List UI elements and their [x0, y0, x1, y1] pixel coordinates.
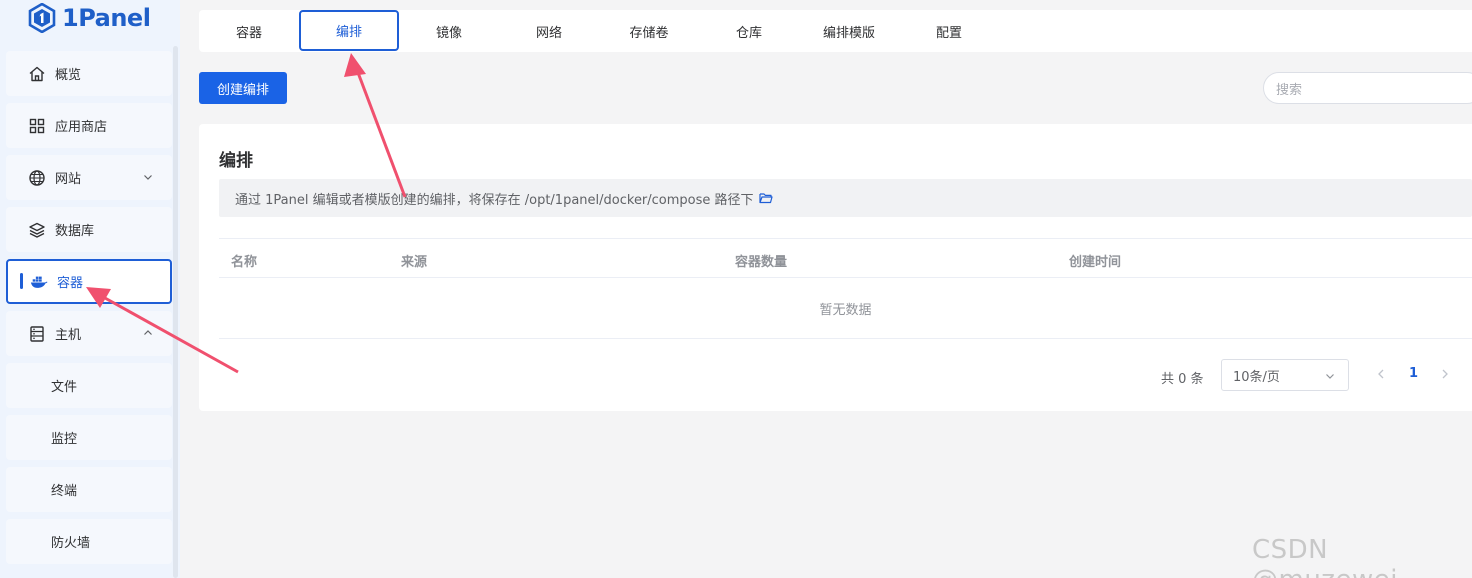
sidebar-subitem-terminal[interactable]: 终端: [6, 467, 172, 512]
sidebar-subitem-label: 终端: [51, 484, 78, 499]
sidebar-scrollbar[interactable]: [173, 46, 178, 578]
page-number-current[interactable]: 1: [1409, 366, 1418, 381]
chevron-down-icon: [1326, 374, 1334, 379]
empty-state: 暂无数据: [219, 279, 1472, 339]
page-title: 编排: [219, 151, 253, 171]
compose-card: 编排 通过 1Panel 编辑或者模版创建的编排，将保存在 /opt/1pane…: [199, 124, 1472, 411]
info-alert: 通过 1Panel 编辑或者模版创建的编排，将保存在 /opt/1panel/d…: [219, 179, 1472, 217]
sidebar-item-label: 网站: [55, 172, 82, 187]
sidebar-item-container[interactable]: 容器: [6, 259, 172, 304]
home-icon: [28, 65, 46, 83]
page-size-select[interactable]: 10条/页: [1221, 359, 1349, 391]
search-input[interactable]: 搜索: [1263, 72, 1472, 104]
chevron-down-icon[interactable]: [142, 171, 154, 183]
tab-compose[interactable]: 编排: [299, 10, 399, 51]
page-size-value: 10条/页: [1233, 369, 1280, 385]
tab-repositories[interactable]: 仓库: [699, 10, 799, 52]
layers-icon: [28, 221, 46, 239]
table-header: 名称 来源 容器数量 创建时间: [219, 238, 1472, 278]
sidebar-item-host[interactable]: 主机: [6, 311, 172, 356]
sidebar-item-overview[interactable]: 概览: [6, 51, 172, 96]
column-header-created-time: 创建时间: [1069, 255, 1122, 270]
sidebar-item-website[interactable]: 网站: [6, 155, 172, 200]
sidebar-subitem-label: 监控: [51, 432, 78, 447]
globe-icon: [28, 169, 46, 187]
sidebar-item-app-store[interactable]: 应用商店: [6, 103, 172, 148]
info-text: 通过 1Panel 编辑或者模版创建的编排，将保存在 /opt/1panel/d…: [235, 192, 754, 208]
sidebar-item-label: 应用商店: [55, 120, 108, 135]
grid-icon: [28, 117, 46, 135]
logo-hexagon-icon: [28, 3, 56, 33]
active-indicator: [20, 273, 23, 289]
total-count: 共 0 条: [1161, 372, 1204, 387]
sidebar-subitem-label: 防火墙: [51, 536, 91, 551]
tab-images[interactable]: 镜像: [399, 10, 499, 52]
tab-networks[interactable]: 网络: [499, 10, 599, 52]
server-icon: [28, 325, 46, 343]
column-header-container-count: 容器数量: [735, 255, 788, 270]
tab-settings[interactable]: 配置: [899, 10, 999, 52]
sidebar-subitem-firewall[interactable]: 防火墙: [6, 519, 172, 564]
tab-volumes[interactable]: 存储卷: [599, 10, 699, 52]
container-tabs: 容器 编排 镜像 网络 存储卷 仓库 编排模版 配置: [199, 10, 1472, 52]
docker-icon: [30, 273, 48, 291]
sidebar-item-label: 概览: [55, 68, 82, 83]
tab-containers[interactable]: 容器: [199, 10, 299, 52]
column-header-name: 名称: [231, 255, 258, 270]
sidebar-item-label: 容器: [57, 276, 84, 291]
sidebar-item-label: 主机: [55, 328, 82, 343]
sidebar-subitem-label: 文件: [51, 380, 78, 395]
create-compose-button[interactable]: 创建编排: [199, 72, 287, 104]
prev-page-icon[interactable]: [1375, 367, 1387, 381]
tab-compose-templates[interactable]: 编排模版: [799, 10, 899, 52]
next-page-icon[interactable]: [1439, 367, 1451, 381]
logo-text: 1Panel: [62, 4, 151, 32]
chevron-up-icon[interactable]: [142, 327, 154, 339]
folder-open-icon[interactable]: [758, 192, 773, 204]
column-header-source: 来源: [401, 255, 428, 270]
sidebar-subitem-files[interactable]: 文件: [6, 363, 172, 408]
sidebar: 1Panel 概览 应用商店 网站 数据库 容器 主机 文件 监控 终端 防火墙: [0, 0, 180, 578]
pagination: 共 0 条 10条/页 1: [199, 359, 1472, 391]
sidebar-subitem-monitor[interactable]: 监控: [6, 415, 172, 460]
app-logo[interactable]: 1Panel: [28, 2, 151, 34]
sidebar-item-database[interactable]: 数据库: [6, 207, 172, 252]
sidebar-item-label: 数据库: [55, 224, 95, 239]
watermark: CSDN @muzewei: [1252, 535, 1397, 578]
